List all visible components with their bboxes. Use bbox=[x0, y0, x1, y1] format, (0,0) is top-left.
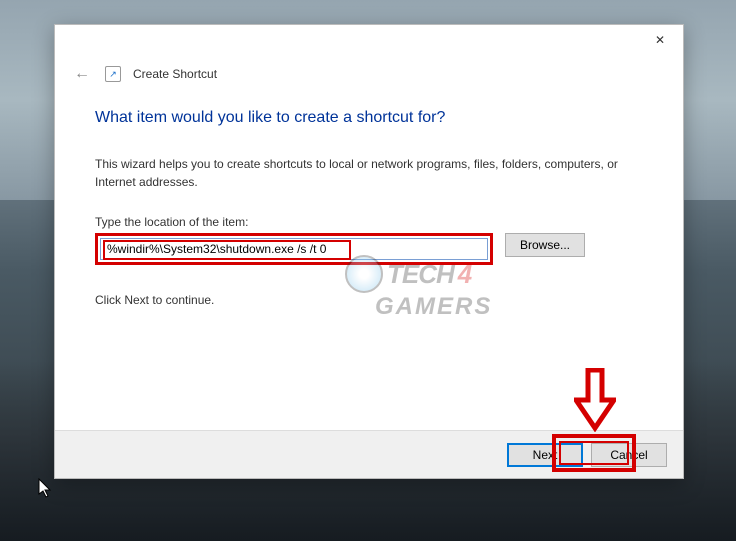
back-arrow-icon: ← bbox=[74, 65, 90, 83]
back-button[interactable]: ← bbox=[71, 63, 93, 85]
dialog-header: ← ↗ Create Shortcut bbox=[55, 57, 683, 95]
titlebar: ✕ bbox=[55, 25, 683, 57]
next-button[interactable]: Next bbox=[507, 443, 583, 467]
location-input[interactable] bbox=[100, 238, 488, 260]
location-label: Type the location of the item: bbox=[95, 215, 643, 229]
shortcut-wizard-icon: ↗ bbox=[105, 66, 121, 82]
location-row: Browse... bbox=[95, 233, 643, 265]
location-highlight-outer bbox=[95, 233, 493, 265]
continue-text: Click Next to continue. bbox=[95, 293, 643, 307]
browse-button[interactable]: Browse... bbox=[505, 233, 585, 257]
close-icon: ✕ bbox=[655, 33, 665, 47]
create-shortcut-dialog: ✕ ← ↗ Create Shortcut What item would yo… bbox=[54, 24, 684, 479]
dialog-footer: Next Cancel bbox=[55, 430, 683, 478]
cancel-button[interactable]: Cancel bbox=[591, 443, 667, 467]
dialog-title: Create Shortcut bbox=[133, 67, 217, 81]
dialog-content: What item would you like to create a sho… bbox=[55, 95, 683, 430]
wizard-heading: What item would you like to create a sho… bbox=[95, 109, 643, 127]
mouse-cursor-icon bbox=[38, 478, 52, 498]
close-button[interactable]: ✕ bbox=[637, 25, 683, 55]
wizard-description: This wizard helps you to create shortcut… bbox=[95, 155, 643, 191]
